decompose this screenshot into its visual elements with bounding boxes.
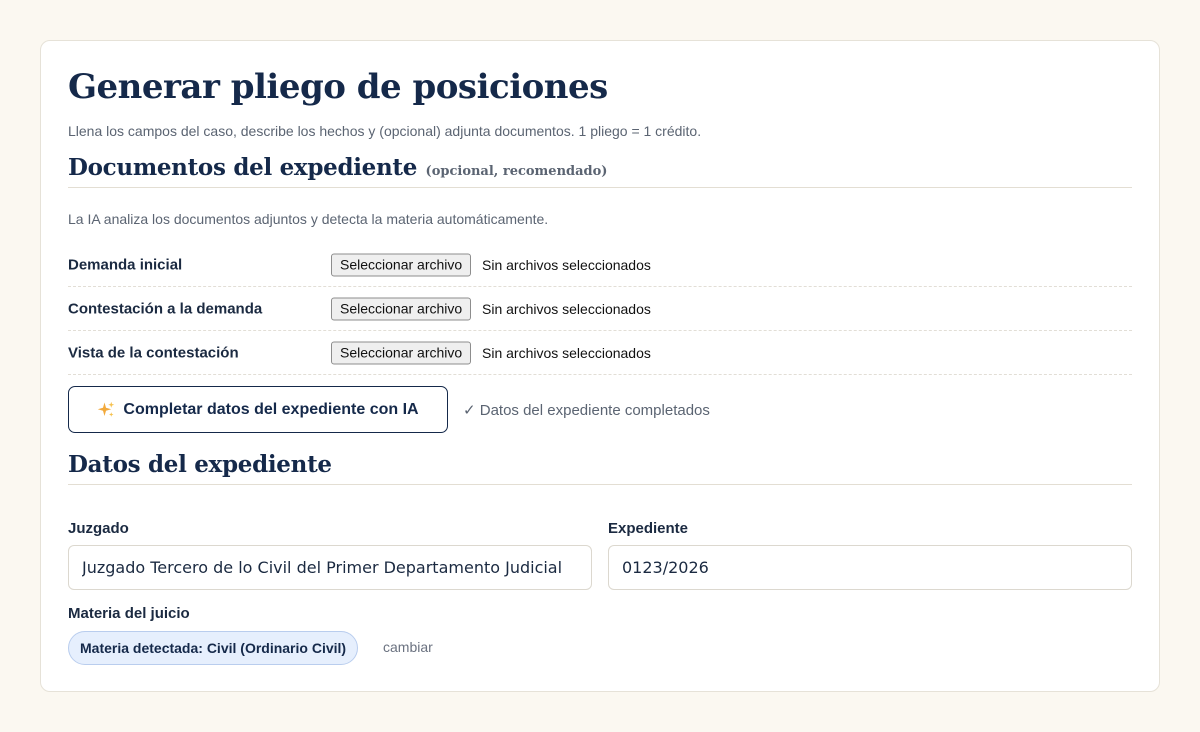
select-file-button[interactable]: Seleccionar archivo — [331, 297, 472, 320]
documents-section-note: (opcional, recomendado) — [425, 164, 608, 179]
court-input[interactable] — [68, 545, 592, 590]
generator-card: Generar pliego de posiciones Llena los c… — [40, 40, 1160, 692]
sparkles-icon — [98, 401, 115, 417]
page-subtitle: Llena los campos del caso, describe los … — [68, 123, 702, 139]
case-section-title: Datos del expediente — [68, 451, 332, 478]
detected-subject-pill: Materia detectada: Civil (Ordinario Civi… — [68, 631, 359, 665]
doc-label: Vista de la contestación — [68, 344, 239, 361]
file-status: Sin archivos seleccionados — [482, 256, 651, 273]
file-status: Sin archivos seleccionados — [482, 300, 651, 317]
documents-section-title: Documentos del expediente — [68, 154, 418, 181]
doc-row-demanda: Demanda inicial Seleccionar archivo Sin … — [68, 243, 1132, 287]
documents-helper-text: La IA analiza los documentos adjuntos y … — [68, 211, 549, 227]
documents-section-header: Documentos del expediente (opcional, rec… — [68, 154, 1132, 188]
subject-label: Materia del juicio — [68, 605, 190, 622]
select-file-button[interactable]: Seleccionar archivo — [331, 253, 472, 276]
doc-label: Contestación a la demanda — [68, 300, 263, 317]
complete-with-ai-label: Completar datos del expediente con IA — [123, 400, 419, 418]
case-number-input[interactable] — [608, 545, 1132, 590]
doc-label: Demanda inicial — [68, 256, 183, 273]
case-number-label: Expediente — [608, 520, 689, 537]
doc-row-vista: Vista de la contestación Seleccionar arc… — [68, 331, 1132, 375]
ai-completion-status: ✓ Datos del expediente completados — [463, 402, 710, 419]
complete-with-ai-button[interactable]: Completar datos del expediente con IA — [68, 386, 448, 433]
court-label: Juzgado — [68, 520, 129, 537]
page-title: Generar pliego de posiciones — [68, 67, 608, 107]
change-subject-link[interactable]: cambiar — [383, 639, 433, 655]
select-file-button[interactable]: Seleccionar archivo — [331, 341, 472, 364]
file-status: Sin archivos seleccionados — [482, 344, 651, 361]
case-section-header: Datos del expediente — [68, 451, 1132, 485]
doc-row-contestacion: Contestación a la demanda Seleccionar ar… — [68, 287, 1132, 331]
